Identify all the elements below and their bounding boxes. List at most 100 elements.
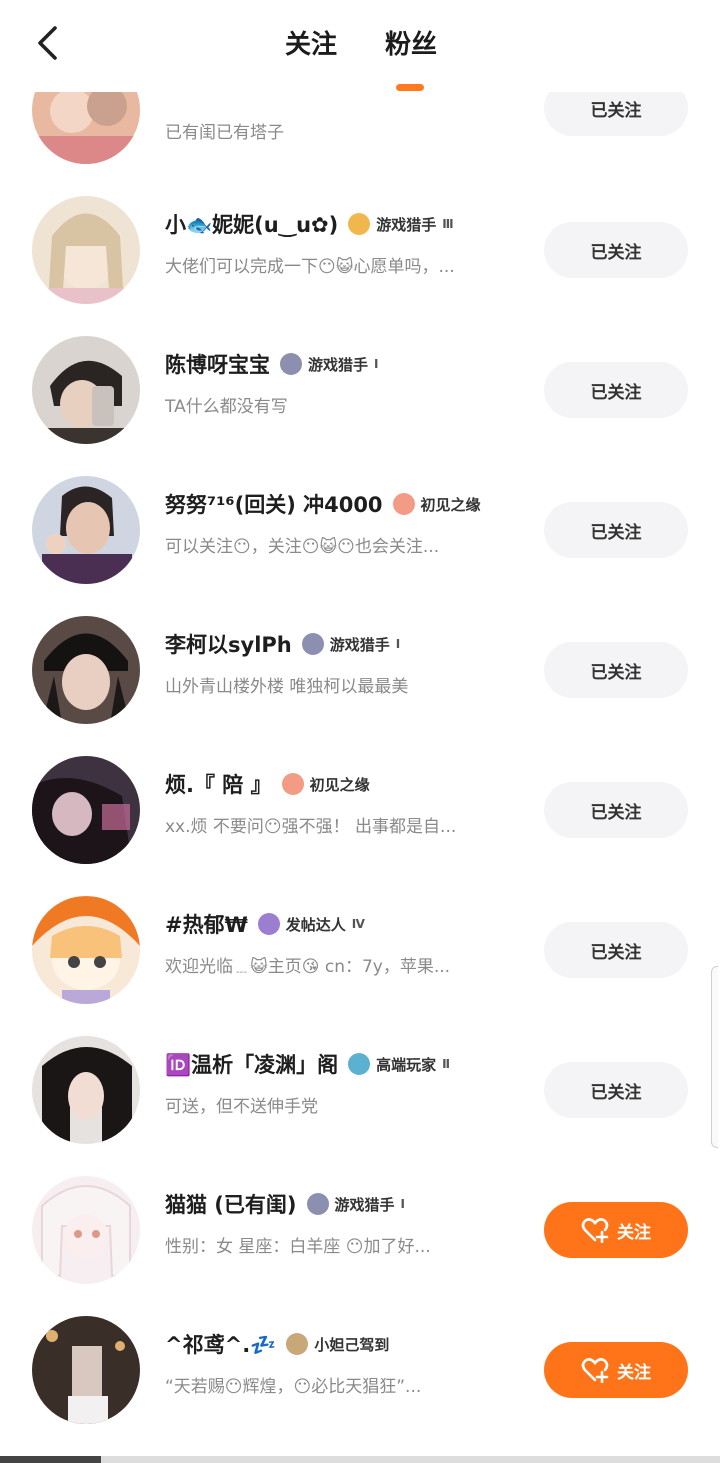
followed-button[interactable]: 已关注 — [544, 642, 688, 698]
badge-label: 游戏猎手 — [308, 355, 369, 374]
tab-following[interactable]: 关注 — [285, 24, 337, 61]
name-line: 小🐟妮妮(u‿u✿) 游戏猎手 Ⅲ — [165, 206, 454, 242]
name-line: #热郁₩ 发帖达人 Ⅳ — [165, 906, 365, 942]
user-bio: “天若赐😶辉煌，😶必比天猖狂”... — [165, 1377, 422, 1397]
user-bio: xx.烦 不要问😶强不强！ 出事都是自... — [165, 817, 457, 837]
badge-level: Ⅳ — [351, 917, 365, 931]
followed-button[interactable]: 已关注 — [544, 222, 688, 278]
badge-icon — [306, 1193, 329, 1215]
user-name: 🆔温析「凌渊」阁 — [165, 1053, 339, 1077]
badge-label: 初见之缘 — [420, 495, 481, 514]
name-line: 努努⁷¹⁶(回关) 冲4000 初见之缘 — [165, 486, 481, 522]
user-badge: 游戏猎手 Ⅰ — [306, 1193, 405, 1215]
badge-level: Ⅲ — [442, 217, 454, 231]
user-name: 小🐟妮妮(u‿u✿) — [165, 213, 339, 237]
follow-button[interactable]: 关注 — [544, 1342, 688, 1398]
list-item[interactable]: 🆔温析「凌渊」阁 高端玩家 Ⅱ 可送，但不送伸手党 已关注 — [0, 1036, 720, 1176]
heart-plus-icon — [581, 1218, 609, 1243]
tab-fans[interactable]: 粉丝 — [385, 24, 437, 61]
follow-label: 关注 — [617, 1362, 651, 1383]
followed-button[interactable]: 已关注 — [544, 502, 688, 558]
user-bio: 欢迎光临﹍😺主页😘 cn：7y，苹果... — [165, 957, 451, 977]
heart-plus-icon — [581, 1358, 609, 1383]
badge-label: 游戏猎手 — [329, 635, 390, 654]
followed-button[interactable]: 已关注 — [544, 362, 688, 418]
next-row-peek — [0, 1456, 720, 1463]
user-badge: 初见之缘 — [392, 493, 481, 515]
name-line: 陈博呀宝宝 游戏猎手 Ⅰ — [165, 346, 378, 382]
active-tab-indicator — [396, 84, 424, 91]
avatar[interactable] — [32, 1316, 140, 1424]
list-item[interactable]: 努努⁷¹⁶(回关) 冲4000 初见之缘 可以关注😶，关注😶😺😶也会关注... … — [0, 476, 720, 616]
followed-button[interactable]: 已关注 — [544, 1062, 688, 1118]
badge-level: Ⅰ — [395, 637, 401, 651]
badge-icon — [257, 913, 280, 935]
badge-icon — [348, 213, 371, 235]
name-line: 猫猫 (已有闺) 游戏猎手 Ⅰ — [165, 1186, 405, 1222]
user-bio: 山外青山楼外楼 唯独柯以最最美 — [165, 677, 409, 697]
user-name: 烦.『 陪 』 — [165, 773, 272, 797]
badge-icon — [286, 1333, 309, 1355]
user-bio: 可送，但不送伸手党 — [165, 1097, 318, 1117]
list-item[interactable]: 烦.『 陪 』 初见之缘 xx.烦 不要问😶强不强！ 出事都是自... 已关注 — [0, 756, 720, 896]
user-badge: 游戏猎手 Ⅰ — [301, 633, 401, 655]
badge-label: 初见之缘 — [309, 775, 370, 794]
user-bio: 可以关注😶，关注😶😺😶也会关注... — [165, 537, 440, 557]
badge-label: 高端玩家 — [376, 1055, 437, 1074]
badge-level: Ⅱ — [442, 1057, 451, 1071]
user-name: #热郁₩ — [165, 913, 248, 937]
avatar[interactable] — [32, 196, 140, 304]
name-line: 李柯以sylPh 游戏猎手 Ⅰ — [165, 626, 400, 662]
user-badge: 游戏猎手 Ⅰ — [280, 353, 378, 375]
avatar[interactable] — [32, 1176, 140, 1284]
badge-icon — [280, 353, 302, 375]
user-badge: 小妲己驾到 — [286, 1333, 389, 1355]
badge-label: 游戏猎手 — [376, 215, 437, 234]
list-item[interactable]: 陈博呀宝宝 游戏猎手 Ⅰ TA什么都没有写 已关注 — [0, 336, 720, 476]
avatar[interactable] — [32, 336, 140, 444]
name-line: 烦.『 陪 』 初见之缘 — [165, 766, 370, 802]
user-bio: 大佬们可以完成一下😶😺心愿单吗，... — [165, 257, 455, 277]
avatar[interactable] — [32, 896, 140, 1004]
list-item[interactable]: #热郁₩ 发帖达人 Ⅳ 欢迎光临﹍😺主页😘 cn：7y，苹果... 已关注 — [0, 896, 720, 1036]
name-line: ^祁鸢^.💤 小妲己驾到 — [165, 1326, 389, 1362]
top-bar: 关注 粉丝 — [0, 0, 720, 92]
user-badge: 游戏猎手 Ⅲ — [348, 213, 454, 235]
badge-icon — [348, 1053, 371, 1075]
badge-icon — [301, 633, 324, 655]
back-button[interactable] — [26, 22, 68, 64]
list-item[interactable]: 猫猫 (已有闺) 游戏猎手 Ⅰ 性别：女 星座：白羊座 😶加了好... 关注 — [0, 1176, 720, 1316]
user-name: 李柯以sylPh — [165, 633, 292, 657]
chevron-left-icon — [38, 26, 57, 60]
followed-button[interactable]: 已关注 — [544, 922, 688, 978]
follow-label: 关注 — [617, 1222, 651, 1243]
badge-icon — [392, 493, 415, 515]
badge-icon — [281, 773, 304, 795]
list-item[interactable]: 李柯以sylPh 游戏猎手 Ⅰ 山外青山楼外楼 唯独柯以最最美 已关注 — [0, 616, 720, 756]
badge-level: Ⅰ — [374, 357, 379, 371]
user-name: 猫猫 (已有闺) — [165, 1193, 297, 1217]
user-bio: TA什么都没有写 — [165, 397, 288, 417]
scrollbar[interactable] — [711, 966, 718, 1148]
user-badge: 发帖达人 Ⅳ — [257, 913, 365, 935]
badge-label: 游戏猎手 — [334, 1195, 395, 1214]
list-item[interactable]: ^祁鸢^.💤 小妲己驾到 “天若赐😶辉煌，😶必比天猖狂”... 关注 — [0, 1316, 720, 1456]
followed-button[interactable]: 已关注 — [544, 782, 688, 838]
user-name: 陈博呀宝宝 — [165, 353, 270, 377]
user-bio: 已有闺已有塔子 — [165, 123, 284, 143]
user-badge: 初见之缘 — [281, 773, 370, 795]
user-name: ^祁鸢^.💤 — [165, 1333, 277, 1357]
badge-level: Ⅰ — [400, 1197, 405, 1211]
list-item[interactable]: 小🐟妮妮(u‿u✿) 游戏猎手 Ⅲ 大佬们可以完成一下😶😺心愿单吗，... 已关… — [0, 196, 720, 336]
badge-label: 小妲己驾到 — [314, 1335, 390, 1354]
follow-button[interactable]: 关注 — [544, 1202, 688, 1258]
badge-label: 发帖达人 — [285, 915, 346, 934]
name-line: 🆔温析「凌渊」阁 高端玩家 Ⅱ — [165, 1046, 450, 1082]
avatar[interactable] — [32, 756, 140, 864]
user-badge: 高端玩家 Ⅱ — [348, 1053, 450, 1075]
avatar[interactable] — [32, 1036, 140, 1144]
user-bio: 性别：女 星座：白羊座 😶加了好... — [165, 1237, 431, 1257]
user-name: 努努⁷¹⁶(回关) 冲4000 — [165, 493, 383, 517]
avatar[interactable] — [32, 476, 140, 584]
avatar[interactable] — [32, 616, 140, 724]
